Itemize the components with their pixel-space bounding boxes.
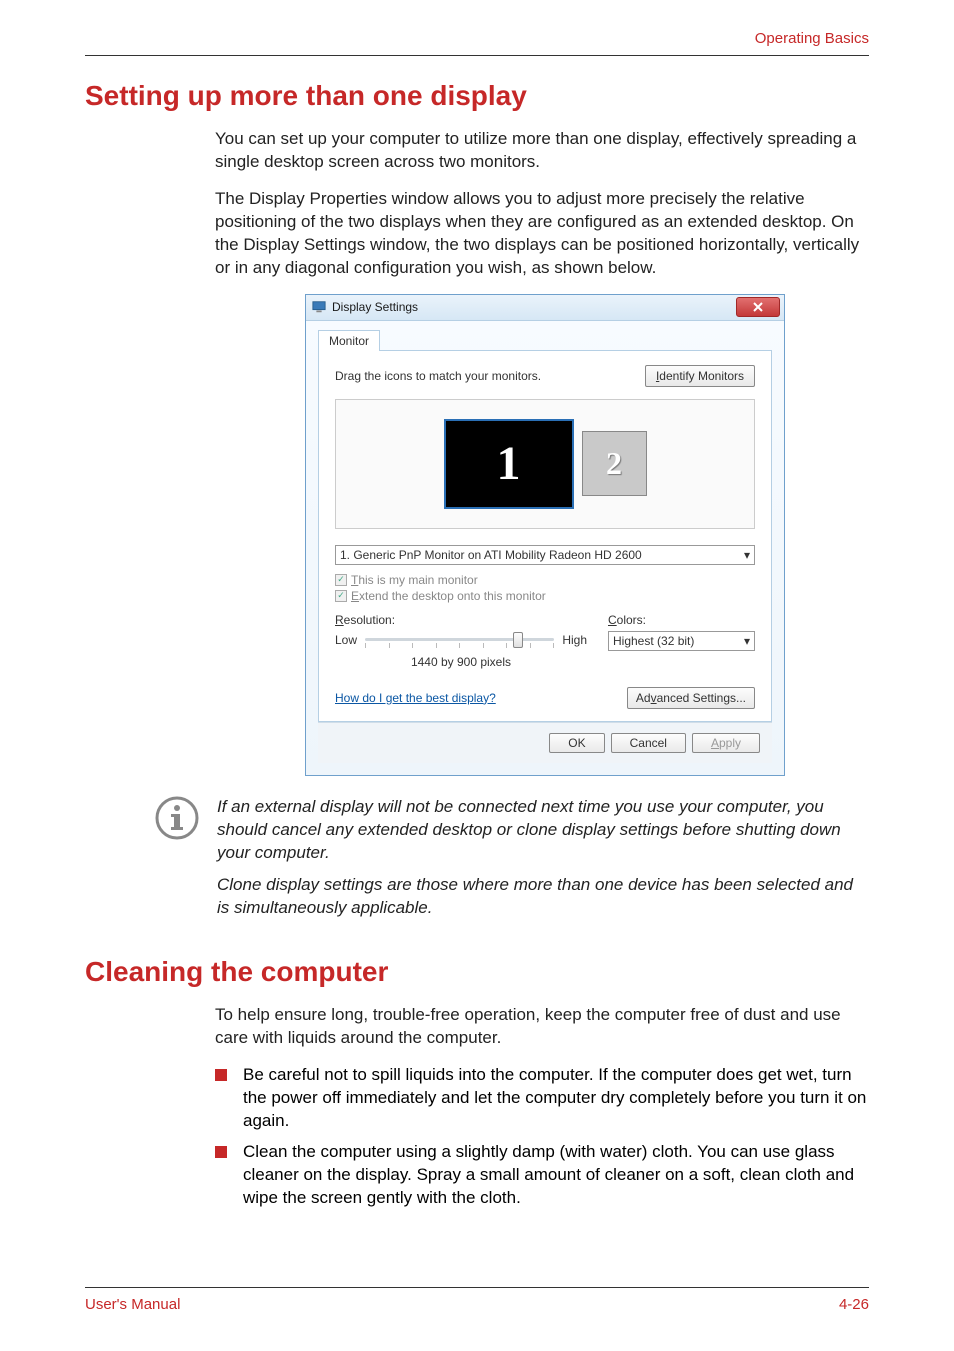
extend-desktop-label: Extend the desktop onto this monitor bbox=[351, 589, 546, 603]
slider-high-label: High bbox=[562, 633, 587, 647]
monitor-icon bbox=[312, 300, 326, 314]
note-paragraph-1: If an external display will not be conne… bbox=[217, 796, 869, 865]
resolution-slider[interactable] bbox=[365, 631, 554, 649]
bullet-item: Be careful not to spill liquids into the… bbox=[215, 1064, 869, 1133]
cancel-button[interactable]: Cancel bbox=[611, 733, 686, 753]
main-monitor-checkbox-row: ✓ This is my main monitor bbox=[335, 573, 755, 587]
extend-desktop-checkbox: ✓ bbox=[335, 590, 347, 602]
cleaning-bullet-list: Be careful not to spill liquids into the… bbox=[215, 1064, 869, 1210]
colors-value: Highest (32 bit) bbox=[613, 634, 694, 648]
ok-button[interactable]: OK bbox=[549, 733, 604, 753]
display-settings-dialog: Display Settings Monitor Drag the icons … bbox=[305, 294, 785, 776]
slider-low-label: Low bbox=[335, 633, 357, 647]
paragraph-intro-1: You can set up your computer to utilize … bbox=[215, 128, 869, 174]
resolution-value: 1440 by 900 pixels bbox=[335, 655, 587, 669]
chevron-down-icon: ▾ bbox=[744, 548, 750, 562]
display-settings-screenshot: Display Settings Monitor Drag the icons … bbox=[305, 294, 869, 776]
heading-cleaning: Cleaning the computer bbox=[85, 956, 869, 988]
tab-monitor[interactable]: Monitor bbox=[318, 330, 380, 351]
header-rule bbox=[85, 55, 869, 56]
monitor-dropdown[interactable]: 1. Generic PnP Monitor on ATI Mobility R… bbox=[335, 545, 755, 565]
footer-rule bbox=[85, 1287, 869, 1288]
apply-button[interactable]: Apply bbox=[692, 733, 760, 753]
footer-left: User's Manual bbox=[85, 1296, 180, 1313]
paragraph-cleaning-intro: To help ensure long, trouble-free operat… bbox=[215, 1004, 869, 1050]
heading-setting-up-display: Setting up more than one display bbox=[85, 80, 869, 112]
main-monitor-label: This is my main monitor bbox=[351, 573, 478, 587]
info-icon bbox=[155, 796, 199, 931]
footer-right: 4-26 bbox=[839, 1296, 869, 1313]
monitor-arrangement-area[interactable]: 1 2 bbox=[335, 399, 755, 529]
dialog-title: Display Settings bbox=[332, 300, 418, 314]
info-note: If an external display will not be conne… bbox=[155, 796, 869, 931]
advanced-settings-button[interactable]: Advanced Settings... bbox=[627, 687, 755, 709]
header-section: Operating Basics bbox=[85, 30, 869, 47]
drag-instruction: Drag the icons to match your monitors. bbox=[335, 369, 541, 383]
close-icon bbox=[753, 302, 763, 312]
colors-dropdown[interactable]: Highest (32 bit) ▾ bbox=[608, 631, 755, 651]
bullet-item: Clean the computer using a slightly damp… bbox=[215, 1141, 869, 1210]
colors-label: Colors: bbox=[608, 613, 755, 627]
close-button[interactable] bbox=[736, 297, 780, 317]
resolution-label: Resolution: bbox=[335, 613, 587, 627]
chevron-down-icon: ▾ bbox=[744, 634, 750, 648]
page-footer: User's Manual 4-26 bbox=[85, 1287, 869, 1313]
monitor-1-icon[interactable]: 1 bbox=[444, 419, 574, 509]
monitor-dropdown-value: 1. Generic PnP Monitor on ATI Mobility R… bbox=[340, 548, 642, 562]
help-link[interactable]: How do I get the best display? bbox=[335, 691, 496, 705]
dialog-titlebar: Display Settings bbox=[306, 295, 784, 321]
slider-thumb[interactable] bbox=[513, 632, 523, 648]
main-monitor-checkbox: ✓ bbox=[335, 574, 347, 586]
note-paragraph-2: Clone display settings are those where m… bbox=[217, 874, 869, 920]
paragraph-intro-2: The Display Properties window allows you… bbox=[215, 188, 869, 280]
extend-desktop-checkbox-row: ✓ Extend the desktop onto this monitor bbox=[335, 589, 755, 603]
identify-monitors-button[interactable]: Identify Monitors bbox=[645, 365, 755, 387]
monitor-2-icon[interactable]: 2 bbox=[582, 431, 647, 496]
